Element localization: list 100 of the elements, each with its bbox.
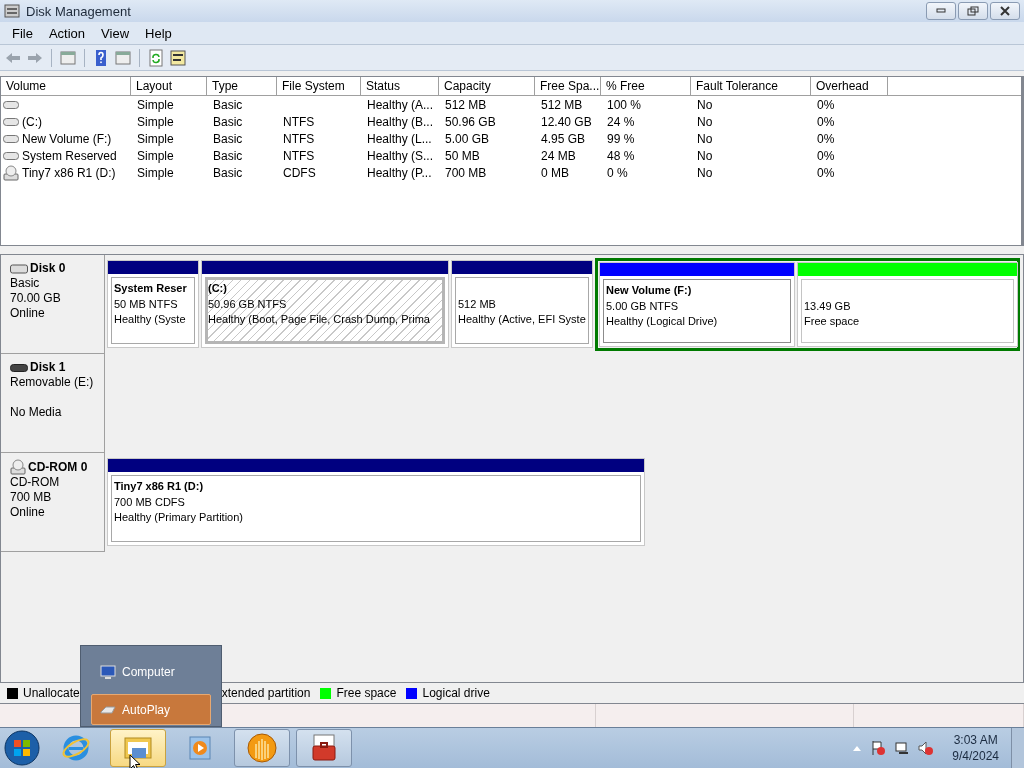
column-header[interactable]: Layout — [131, 77, 207, 95]
free-space-block[interactable]: 13.49 GB Free space — [797, 262, 1018, 347]
flag-error-icon — [870, 740, 887, 756]
table-cell: Healthy (S... — [367, 148, 434, 163]
menu-item[interactable]: View — [93, 25, 138, 41]
partition-block[interactable]: System Reser 50 MB NTFS Healthy (Syste — [107, 260, 199, 348]
disk-detail: Removable (E:) — [10, 375, 95, 390]
table-cell: Healthy (B... — [367, 114, 434, 129]
table-cell: 0 MB — [541, 165, 569, 180]
table-cell: (C:) — [22, 114, 42, 129]
column-header[interactable]: File System — [277, 77, 361, 95]
partition-size: 700 MB CDFS — [114, 494, 186, 510]
table-cell: System Reserved — [22, 148, 117, 163]
partition-block[interactable]: 512 MB Healthy (Active, EFI Syste — [451, 260, 593, 348]
column-header[interactable]: Overhead — [811, 77, 888, 95]
logical-drive-block[interactable]: New Volume (F:) 5.00 GB NTFS Healthy (Logical Drive) — [599, 262, 795, 347]
cd-drive-icon — [10, 459, 26, 475]
column-header[interactable]: Volume — [1, 77, 131, 95]
partition-size: 5.00 GB NTFS — [606, 298, 680, 314]
legend-label: Logical drive — [422, 686, 490, 700]
disk-name: CD-ROM 0 — [28, 459, 88, 475]
extended-partition[interactable]: New Volume (F:) 5.00 GB NTFS Healthy (Logical Drive) 13.49 GB Free space — [595, 258, 1020, 351]
properties-icon[interactable] — [169, 48, 187, 67]
minimize-button[interactable] — [926, 2, 956, 20]
table-cell: 0% — [817, 97, 835, 112]
table-cell: 512 MB — [541, 97, 583, 112]
table-cell: No — [697, 131, 713, 146]
close-button[interactable] — [990, 2, 1020, 20]
partition-status: Free space — [804, 314, 861, 329]
disk-status: No Media — [10, 405, 63, 420]
partition-title: New Volume (F:) — [606, 283, 693, 298]
volume-row[interactable]: Tiny7 x86 R1 (D:) Simple Basic CDFS Healthy (P... 700 MB 0 MB 0 % No 0% — [1, 164, 1021, 181]
table-cell: Healthy (L... — [367, 131, 432, 146]
column-header[interactable]: Fault Tolerance — [691, 77, 811, 95]
disk-name: Disk 1 — [30, 360, 66, 375]
table-cell: Basic — [213, 114, 243, 129]
disk-name: Disk 0 — [30, 261, 66, 276]
menu-item[interactable]: Action — [40, 25, 94, 41]
table-cell: Simple — [137, 165, 174, 180]
column-header[interactable]: Capacity — [439, 77, 535, 95]
jump-list-item[interactable]: Computer — [91, 656, 211, 687]
column-header[interactable]: Status — [361, 77, 439, 95]
volume-row[interactable]: System Reserved Simple Basic NTFS Healthy (S... 50 MB 24 MB 48 % No 0% — [1, 147, 1021, 164]
table-cell: 100 % — [607, 97, 642, 112]
table-cell: 0 % — [607, 165, 628, 180]
partition-size: 13.49 GB — [804, 298, 852, 314]
close-icon — [1000, 6, 1010, 16]
volume-row[interactable]: New Volume (F:) Simple Basic NTFS Healthy (L... 5.00 GB 4.95 GB 99 % No 0% — [1, 130, 1021, 147]
partition-title: Tiny7 x86 R1 (D:) — [114, 479, 205, 494]
disk-status: Online — [10, 306, 46, 321]
table-cell: 4.95 GB — [541, 131, 586, 146]
table-cell: NTFS — [283, 148, 315, 163]
partition-title: System Reser — [114, 281, 188, 296]
partition-size: 50 MB NTFS — [114, 296, 179, 312]
disk-label-panel[interactable]: Disk 1 Removable (E:) No Media — [1, 354, 105, 453]
show-desktop-button[interactable] — [1011, 728, 1024, 768]
partition-status: Healthy (Syste — [114, 312, 187, 327]
cd-drive-icon — [3, 164, 19, 181]
table-cell: 24 % — [607, 114, 635, 129]
table-cell: 0% — [817, 148, 835, 163]
table-cell: Tiny7 x86 R1 (D:) — [22, 165, 116, 180]
partition-status: Healthy (Boot, Page File, Crash Dump, Prima — [208, 312, 431, 327]
restore-icon — [967, 6, 979, 16]
action-pane-icon[interactable] — [114, 48, 132, 67]
taskbar-button[interactable] — [110, 729, 166, 767]
table-cell: Basic — [213, 97, 243, 112]
start-button[interactable] — [2, 728, 42, 768]
column-header[interactable]: Type — [207, 77, 277, 95]
console-tree-icon[interactable] — [59, 48, 77, 67]
legend-label: xtended partition — [221, 686, 311, 700]
table-cell: Basic — [213, 148, 243, 163]
disk-label-panel[interactable]: Disk 0 Basic 70.00 GB Online — [1, 255, 105, 354]
table-cell: 99 % — [607, 131, 635, 146]
table-cell: No — [697, 148, 713, 163]
disk-label-panel[interactable]: CD-ROM 0 CD-ROM 700 MB Online — [1, 453, 105, 552]
partition-title: (C:) — [208, 281, 228, 296]
table-cell: 512 MB — [445, 97, 487, 112]
show-hidden-icons-icon — [852, 744, 863, 752]
partition-size: 50.96 GB NTFS — [208, 296, 288, 312]
disk-detail: CD-ROM — [10, 475, 61, 490]
clock-date: 9/4/2024 — [952, 748, 999, 764]
menu-item[interactable]: Help — [137, 25, 180, 41]
partition-block[interactable]: (C:) 50.96 GB NTFS Healthy (Boot, Page File, Crash Dump, Prima — [201, 260, 449, 348]
restore-button[interactable] — [958, 2, 988, 20]
table-cell: No — [697, 114, 713, 129]
volume-row[interactable]: (C:) Simple Basic NTFS Healthy (B... 50.96 GB 12.40 GB 24 % No 0% — [1, 113, 1021, 130]
clock[interactable]: 3:03 AM 9/4/2024 — [952, 732, 999, 764]
table-cell: 0% — [817, 114, 835, 129]
network-icon — [894, 740, 911, 756]
taskbar-button[interactable] — [296, 729, 352, 767]
menu-item[interactable]: File — [4, 25, 41, 41]
partition-block[interactable]: Tiny7 x86 R1 (D:) 700 MB CDFS Healthy (Primary Partition) — [107, 458, 645, 546]
table-cell: New Volume (F:) — [22, 131, 112, 146]
column-header[interactable]: Free Spa... — [535, 77, 601, 95]
column-header[interactable]: % Free — [601, 77, 691, 95]
volume-row[interactable]: Simple Basic Healthy (A... 512 MB 512 MB 100 % No 0% — [1, 96, 1021, 113]
mouse-pointer-icon — [129, 754, 141, 768]
table-cell: 0% — [817, 131, 835, 146]
partition-status: Healthy (Active, EFI Syste — [458, 312, 586, 327]
legend-label: Free space — [336, 686, 397, 700]
